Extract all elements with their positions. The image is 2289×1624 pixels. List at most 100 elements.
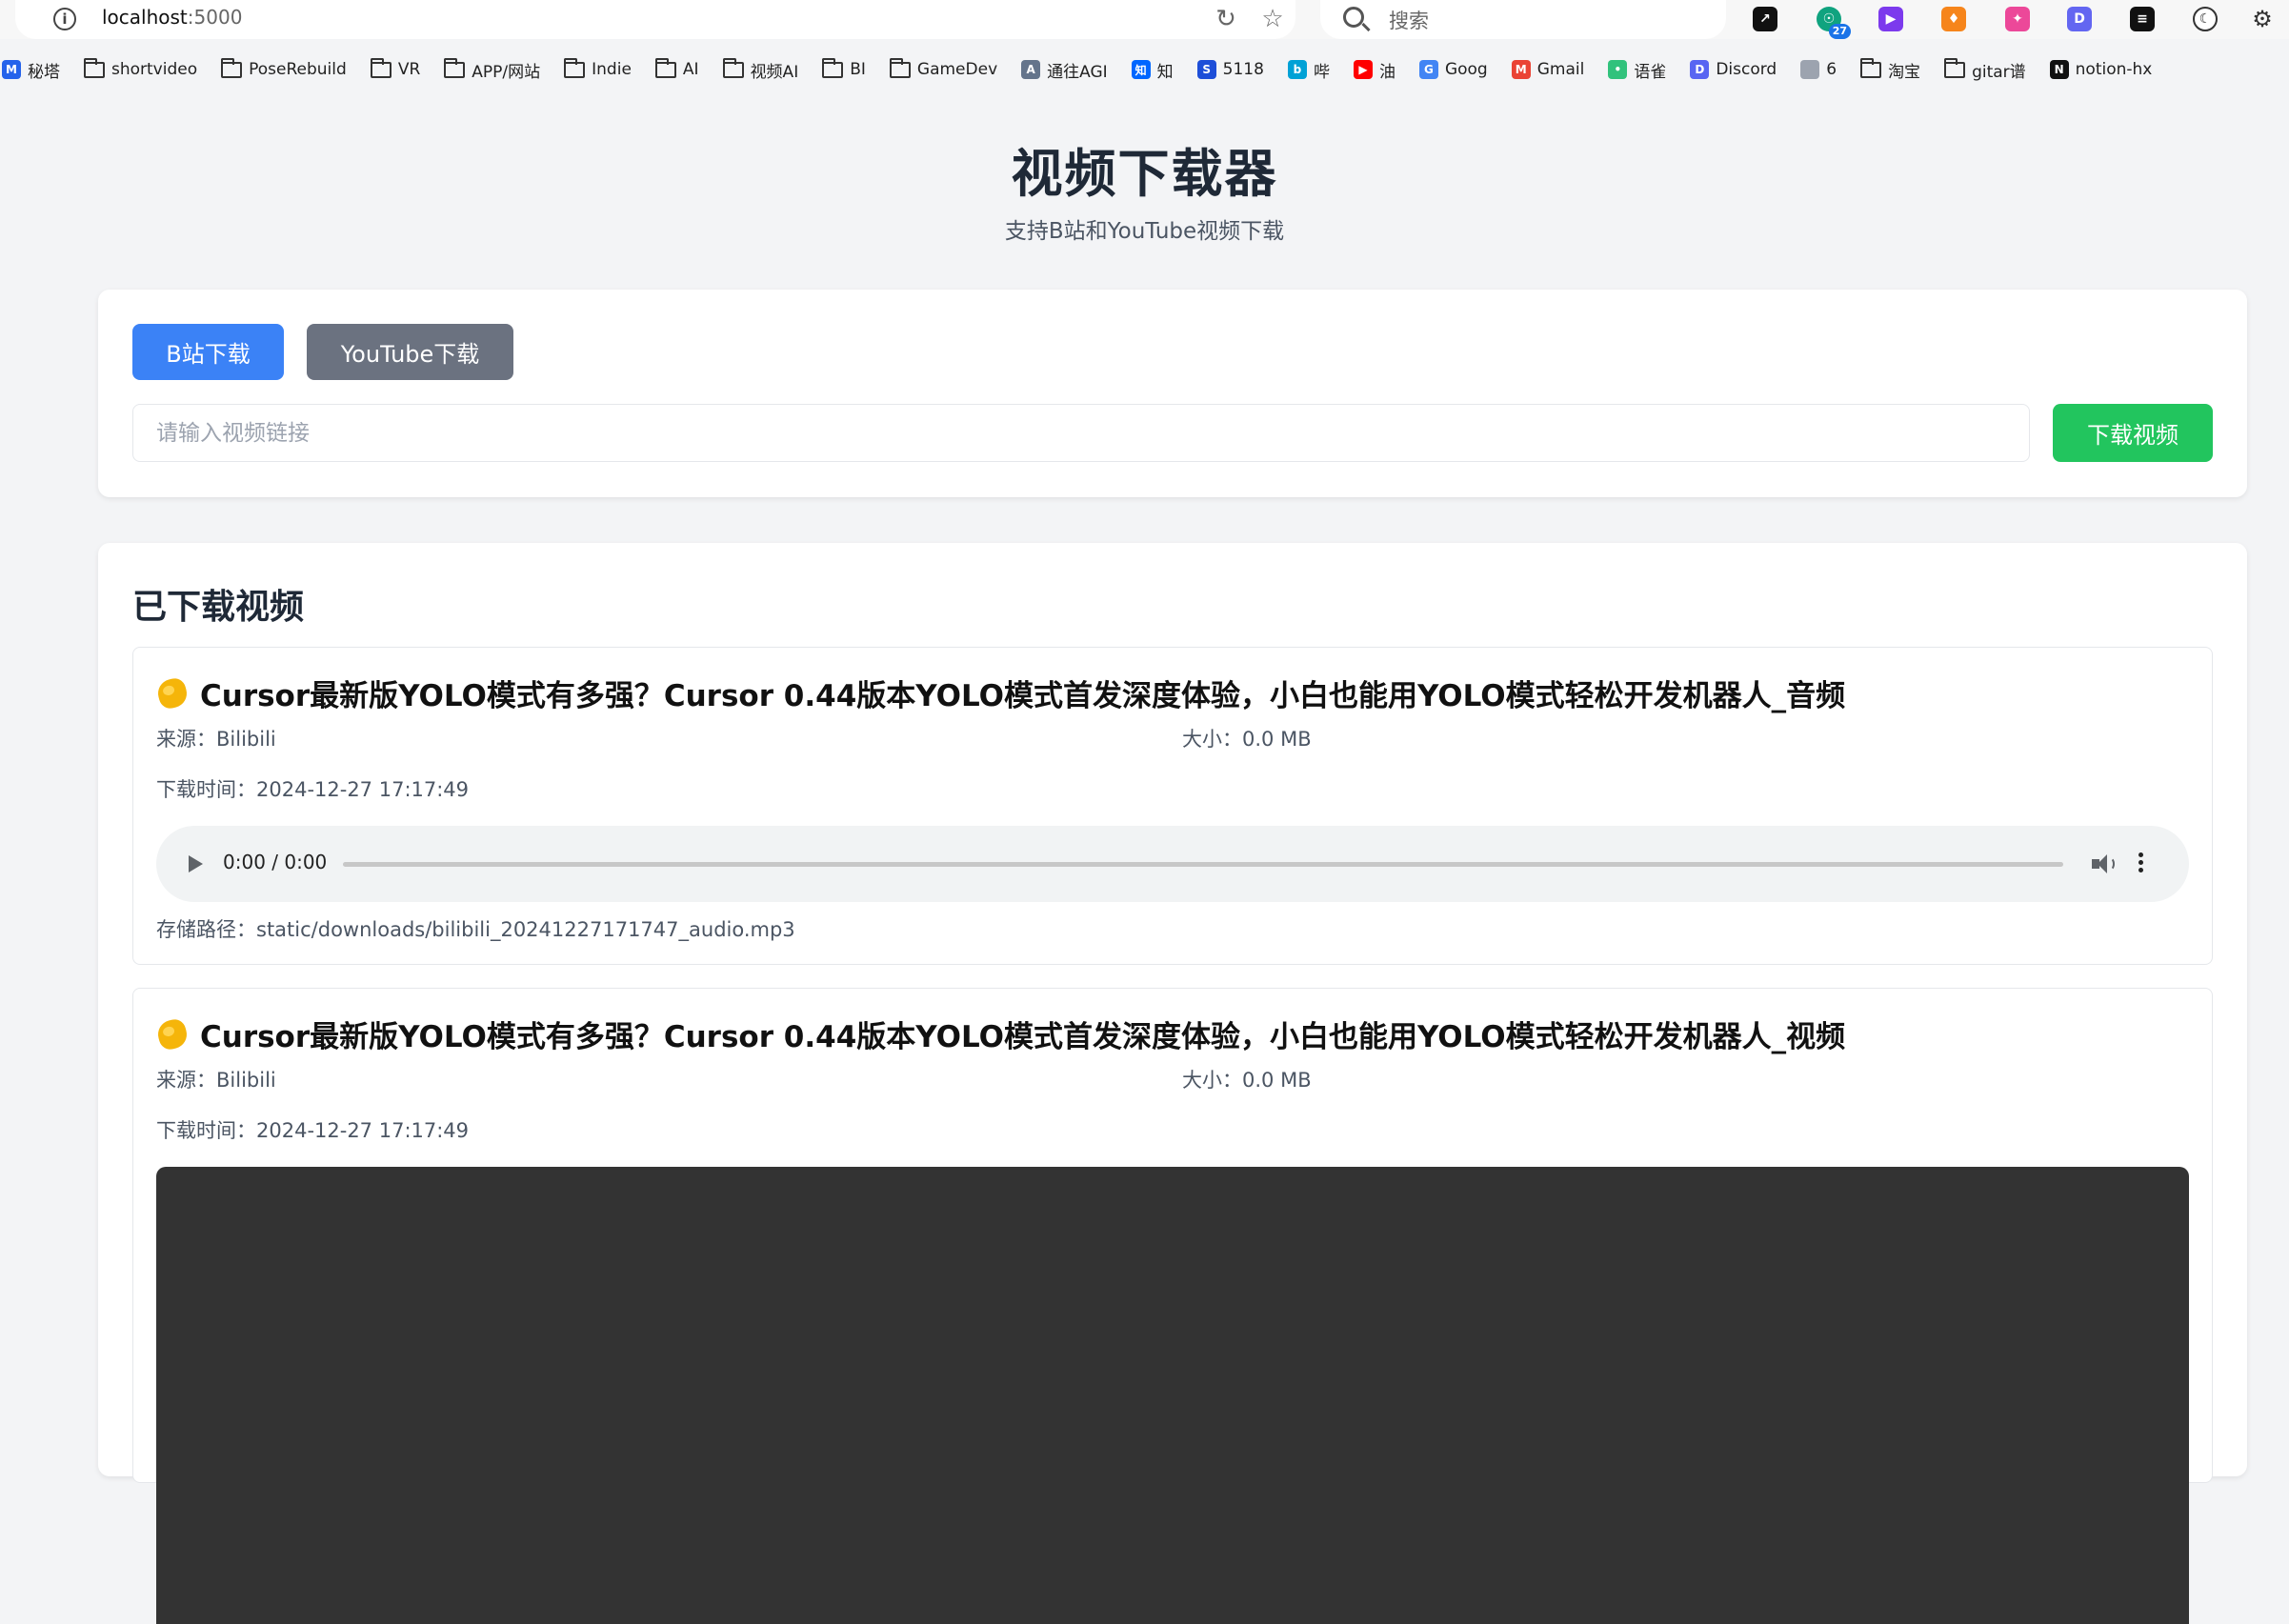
download-item-time: 下载时间：2024-12-27 17:17:49 xyxy=(156,778,470,801)
discord-icon: D xyxy=(1690,60,1710,79)
flexed-biceps-icon xyxy=(154,1016,191,1052)
bookmark-label: BI xyxy=(850,60,866,79)
bookmark-9[interactable]: GameDev xyxy=(889,57,998,79)
address-url[interactable]: localhost:5000 xyxy=(102,6,242,29)
bookmark-label: Goog xyxy=(1444,60,1488,79)
bookmark-1[interactable]: shortvideo xyxy=(84,57,198,79)
bookmark-label: 知 xyxy=(1156,62,1174,82)
folder-icon xyxy=(889,57,911,78)
folder-icon xyxy=(370,57,392,78)
browser-search-box[interactable]: 搜索 xyxy=(1320,0,1726,39)
bookmark-10[interactable]: A 通往AGI xyxy=(1021,58,1108,82)
flexed-biceps-icon xyxy=(154,675,191,711)
folder-icon xyxy=(1944,57,1966,78)
bookmark-4[interactable]: APP/网站 xyxy=(444,57,541,82)
bookmark-12[interactable]: S 5118 xyxy=(1196,60,1264,79)
download-item-audio: Cursor最新版YOLO模式有多强？Cursor 0.44版本YOLO模式首发… xyxy=(132,647,2213,965)
bookmark-6[interactable]: AI xyxy=(654,57,699,79)
volume-icon[interactable] xyxy=(2092,852,2115,875)
bookmark-13[interactable]: b哔 xyxy=(1287,58,1330,82)
extension-terminal-icon[interactable]: ≡ xyxy=(2130,7,2155,31)
extension-d-icon[interactable]: D xyxy=(2067,7,2092,31)
download-item-time: 下载时间：2024-12-27 17:17:49 xyxy=(156,1119,470,1142)
downloaded-section-title: 已下载视频 xyxy=(132,588,305,627)
bookmark-8[interactable]: BI xyxy=(822,57,866,79)
download-item-title: Cursor最新版YOLO模式有多强？Cursor 0.44版本YOLO模式首发… xyxy=(154,672,1845,714)
download-item-size: 大小：0.0 MB xyxy=(1182,1069,1312,1092)
bookmark-16[interactable]: M Gmail xyxy=(1511,60,1585,79)
refresh-icon[interactable]: ↻ xyxy=(1212,5,1240,33)
download-item-video: Cursor最新版YOLO模式有多强？Cursor 0.44版本YOLO模式首发… xyxy=(132,988,2213,1624)
more-options-icon[interactable] xyxy=(2138,852,2143,875)
bookmark-label: 通往AGI xyxy=(1047,62,1108,82)
bookmark-22[interactable]: Nnotion-hx xyxy=(2049,60,2153,79)
download-item-size: 大小：0.0 MB xyxy=(1182,728,1312,751)
bookmark-14[interactable]: ▶ 油 xyxy=(1353,58,1395,82)
notion-icon: N xyxy=(2049,60,2069,79)
metamask-icon[interactable]: ♦ xyxy=(1941,7,1966,31)
folder-icon xyxy=(722,57,744,78)
bookmark-label: Gmail xyxy=(1536,60,1585,79)
bookmark-21[interactable]: gitar谱 xyxy=(1944,57,2026,82)
video-player[interactable] xyxy=(156,1167,2189,1624)
bookmark-0[interactable]: M 秘塔 xyxy=(2,58,60,82)
extension-badge: 27 xyxy=(1828,24,1851,39)
download-form-card xyxy=(98,290,2247,497)
extension-translate2-icon[interactable]: ✦ xyxy=(2005,7,2030,31)
5118-icon: S xyxy=(1196,60,1216,79)
bookmark-7[interactable]: 视频AI xyxy=(722,57,799,82)
address-bar[interactable]: i localhost:5000 ↻ ☆ xyxy=(15,0,1295,39)
bookmark-label: GameDev xyxy=(916,60,998,79)
bookmarks-bar: M 秘塔 shortvideo PoseRebuild VR APP/网站 Indie AI 视… xyxy=(0,52,2289,87)
zhihu-icon: 知 xyxy=(1131,60,1151,79)
folder-icon xyxy=(822,57,844,78)
extension-play-icon[interactable]: ▶ xyxy=(1878,7,1903,31)
bookmark-5[interactable]: Indie xyxy=(564,57,632,79)
audio-progress-track[interactable] xyxy=(343,862,2063,867)
download-video-button[interactable]: 下载视频 xyxy=(2053,404,2213,462)
bookmark-label: 淘宝 xyxy=(1888,62,1921,82)
bookmark-label: 视频AI xyxy=(750,62,799,82)
agi-icon: A xyxy=(1021,60,1041,79)
gmail-icon: M xyxy=(1511,60,1531,79)
bookmark-17[interactable]: • 语雀 xyxy=(1608,58,1666,82)
bookmark-18[interactable]: D Discord xyxy=(1690,60,1777,79)
bookmark-2[interactable]: PoseRebuild xyxy=(221,57,347,79)
bookmark-15[interactable]: G Goog xyxy=(1418,60,1488,79)
bookmark-label: 哔 xyxy=(1313,62,1330,82)
bookmark-20[interactable]: 淘宝 xyxy=(1860,57,1921,82)
extension-translate-icon[interactable]: ☉ 27 xyxy=(1817,7,1851,39)
bookmark-label: APP/网站 xyxy=(472,62,541,82)
bookmark-label: AI xyxy=(682,60,699,79)
youtube-icon: ▶ xyxy=(1353,60,1373,79)
folder-icon xyxy=(84,57,105,78)
bookmark-3[interactable]: VR xyxy=(370,57,420,79)
tab-youtube-download[interactable]: YouTube下载 xyxy=(307,324,513,380)
site-info-icon[interactable]: i xyxy=(53,8,76,30)
video-url-input[interactable] xyxy=(132,404,2030,462)
bilibili-icon: b xyxy=(1287,60,1307,79)
extension-moon-icon[interactable]: ☾ xyxy=(2193,7,2218,31)
google-icon: G xyxy=(1418,60,1438,79)
bookmark-11[interactable]: 知知 xyxy=(1131,58,1174,82)
extension-chart-icon[interactable]: ↗ xyxy=(1753,7,1777,31)
bookmark-19[interactable]: 6 xyxy=(1800,60,1837,79)
audio-time: 0:00 / 0:00 xyxy=(223,851,328,873)
extension-puzzle-icon[interactable]: ⚙ xyxy=(2250,6,2275,32)
download-item-source: 来源：Bilibili xyxy=(156,1069,276,1092)
audio-player[interactable]: 0:00 / 0:00 xyxy=(156,826,2189,902)
bookmark-label: shortvideo xyxy=(111,60,198,79)
star-icon[interactable]: ☆ xyxy=(1258,5,1287,33)
download-item-path: 存储路径：static/downloads/bilibili_202412271… xyxy=(156,918,795,941)
metaso-icon: M xyxy=(2,60,21,79)
search-icon xyxy=(1343,7,1364,28)
search-placeholder: 搜索 xyxy=(1389,10,1429,32)
bookmark-label: 秘塔 xyxy=(28,62,60,82)
download-item-title: Cursor最新版YOLO模式有多强？Cursor 0.44版本YOLO模式首发… xyxy=(154,1012,1845,1055)
bookmark-label: Discord xyxy=(1716,60,1777,79)
folder-icon xyxy=(221,57,243,78)
folder-icon xyxy=(1860,57,1882,78)
play-icon[interactable] xyxy=(189,855,203,872)
tab-bilibili-download[interactable]: B站下载 xyxy=(132,324,284,380)
bookmark-label: notion-hx xyxy=(2075,60,2153,79)
